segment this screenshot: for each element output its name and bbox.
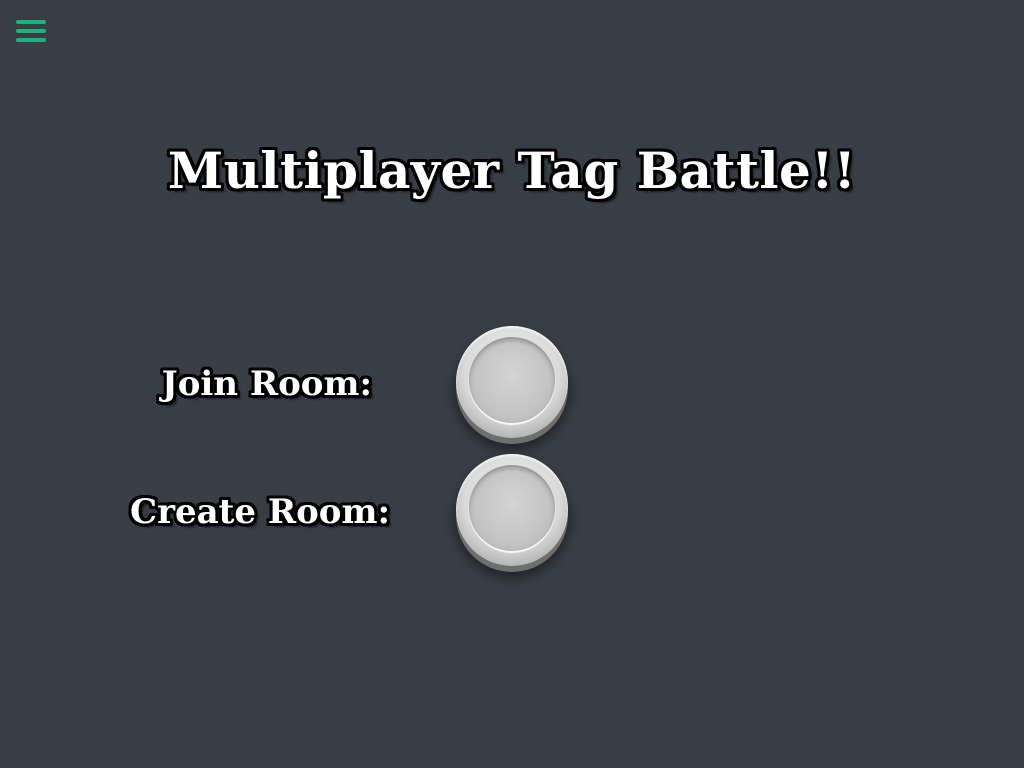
create-room-button[interactable]	[456, 454, 568, 566]
join-room-label: Join Room:	[161, 364, 372, 404]
hamburger-menu-icon-bar	[16, 29, 46, 33]
menu-button[interactable]	[16, 18, 46, 46]
create-room-label: Create Room:	[130, 492, 390, 532]
hamburger-menu-icon-bar	[16, 38, 46, 42]
create-room-button-face	[469, 465, 555, 551]
join-room-button[interactable]	[456, 326, 568, 438]
page-title: Multiplayer Tag Battle!!	[167, 141, 857, 200]
hamburger-menu-icon	[16, 20, 46, 24]
join-room-button-face	[469, 337, 555, 423]
